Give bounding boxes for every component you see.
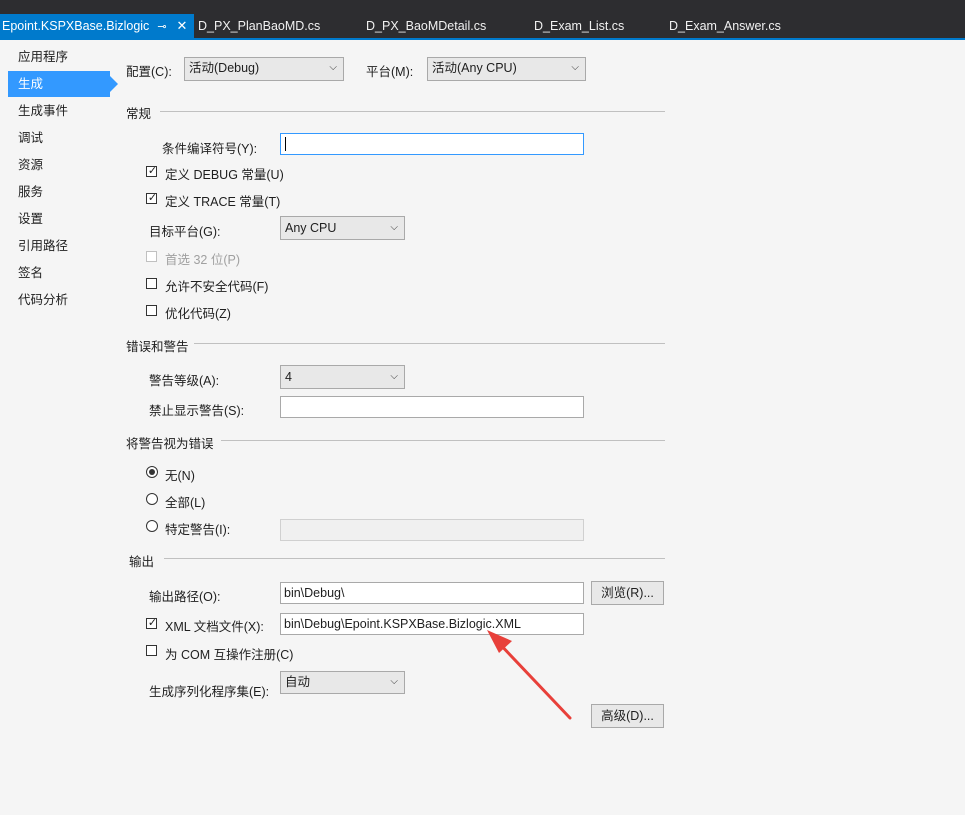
define-trace-label: 定义 TRACE 常量(T) (165, 195, 281, 209)
xml-doc-label: XML 文档文件(X): (165, 620, 264, 634)
radio-dot (149, 469, 155, 475)
pin-icon[interactable]: ⊸ (157, 15, 166, 39)
optimize-code-label: 优化代码(Z) (165, 307, 231, 321)
platform-label: 平台(M): (366, 65, 414, 79)
prefer32-checkbox (146, 251, 157, 262)
browse-button[interactable]: 浏览(R)... (591, 581, 664, 605)
unsafe-code-label: 允许不安全代码(F) (165, 280, 269, 294)
nav-item-application[interactable]: 应用程序 (8, 44, 110, 70)
tab-d-exam-list[interactable]: D_Exam_List.cs (534, 14, 624, 38)
target-platform-value: Any CPU (285, 221, 337, 235)
tab-d-px-baomdetail[interactable]: D_PX_BaoMDetail.cs (366, 14, 486, 38)
checkmark-icon: ✓ (147, 165, 158, 177)
output-path-input[interactable]: bin\Debug\ (280, 582, 584, 604)
xml-doc-checkbox[interactable]: ✓ (146, 617, 158, 629)
arrow-shaft (494, 638, 572, 720)
section-general-header: 常规 (126, 107, 152, 121)
section-treat-warnings-header: 将警告视为错误 (126, 437, 214, 451)
treat-all-radio[interactable] (146, 493, 158, 505)
advanced-button[interactable]: 高级(D)... (591, 704, 664, 728)
define-debug-label: 定义 DEBUG 常量(U) (165, 168, 284, 182)
section-errors-header: 错误和警告 (126, 340, 189, 354)
warning-level-select[interactable]: 4 ⌵ (280, 365, 405, 389)
unsafe-code-checkbox[interactable] (146, 278, 157, 289)
section-output-header: 输出 (129, 555, 155, 569)
divider (160, 111, 665, 112)
close-icon[interactable]: ✕ (177, 14, 188, 38)
nav-item-signing[interactable]: 签名 (8, 260, 110, 286)
checkmark-icon: ✓ (147, 617, 158, 629)
divider (164, 558, 665, 559)
com-interop-label: 为 COM 互操作注册(C) (165, 648, 294, 662)
define-trace-checkbox[interactable]: ✓ (146, 192, 158, 204)
target-platform-label: 目标平台(G): (149, 225, 221, 239)
tab-d-px-planbaomd[interactable]: D_PX_PlanBaoMD.cs (198, 14, 320, 38)
nav-item-settings[interactable]: 设置 (8, 206, 110, 232)
warning-level-label: 警告等级(A): (149, 374, 220, 388)
specific-warnings-input (280, 519, 584, 541)
com-interop-checkbox[interactable] (146, 645, 157, 656)
toolbar-strip (0, 0, 965, 14)
treat-specific-label: 特定警告(I): (165, 523, 231, 537)
tab-label: D_Exam_List.cs (534, 19, 625, 33)
treat-none-label: 无(N) (165, 469, 195, 483)
tab-label: D_Exam_Answer.cs (669, 19, 781, 33)
config-label: 配置(C): (126, 65, 172, 79)
warning-level-value: 4 (285, 370, 292, 384)
property-page-nav: 应用程序 生成 生成事件 调试 资源 服务 设置 引用路径 签名 代码分析 (0, 40, 118, 815)
platform-value: 活动(Any CPU) (432, 61, 517, 75)
treat-specific-radio[interactable] (146, 520, 158, 532)
chevron-down-icon: ⌵ (329, 62, 337, 73)
divider (194, 343, 665, 344)
nav-item-services[interactable]: 服务 (8, 179, 110, 205)
chevron-down-icon: ⌵ (390, 222, 398, 233)
annotation-arrow-icon (487, 630, 572, 720)
serialization-value: 自动 (285, 675, 311, 689)
config-value: 活动(Debug) (189, 61, 260, 75)
platform-select[interactable]: 活动(Any CPU) ⌵ (427, 57, 586, 81)
prefer32-label: 首选 32 位(P) (165, 253, 241, 267)
tab-d-exam-answer[interactable]: D_Exam_Answer.cs (669, 14, 781, 38)
define-debug-checkbox[interactable]: ✓ (146, 165, 158, 177)
chevron-down-icon: ⌵ (390, 371, 398, 382)
serialization-label: 生成序列化程序集(E): (149, 685, 270, 699)
optimize-code-checkbox[interactable] (146, 305, 157, 316)
chevron-down-icon: ⌵ (390, 676, 398, 687)
tab-label: D_PX_BaoMDetail.cs (366, 19, 487, 33)
target-platform-select[interactable]: Any CPU ⌵ (280, 216, 405, 240)
checkmark-icon: ✓ (147, 192, 158, 204)
config-select[interactable]: 活动(Debug) ⌵ (184, 57, 344, 81)
arrow-head (487, 630, 512, 653)
suppress-warnings-label: 禁止显示警告(S): (149, 404, 245, 418)
treat-all-label: 全部(L) (165, 496, 206, 510)
nav-item-resources[interactable]: 资源 (8, 152, 110, 178)
document-tab-bar: Epoint.KSPXBase.Bizlogic ⊸ ✕ D_PX_PlanBaoM… (0, 14, 965, 40)
cond-symbols-input[interactable] (280, 133, 584, 155)
serialization-select[interactable]: 自动 ⌵ (280, 671, 405, 694)
nav-item-build-events[interactable]: 生成事件 (8, 98, 110, 124)
text-cursor (285, 137, 286, 151)
tab-label: D_PX_PlanBaoMD.cs (198, 19, 321, 33)
tab-label: Epoint.KSPXBase.Bizlogic (2, 19, 150, 33)
output-path-label: 输出路径(O): (149, 590, 221, 604)
tab-project-properties[interactable]: Epoint.KSPXBase.Bizlogic ⊸ ✕ (0, 14, 194, 38)
treat-none-radio[interactable] (146, 466, 158, 478)
nav-item-build[interactable]: 生成 (8, 71, 118, 97)
divider (221, 440, 665, 441)
nav-item-code-analysis[interactable]: 代码分析 (8, 287, 110, 313)
chevron-down-icon: ⌵ (571, 62, 579, 73)
nav-item-debug[interactable]: 调试 (8, 125, 110, 151)
cond-symbols-label: 条件编译符号(Y): (162, 142, 258, 156)
suppress-warnings-input[interactable] (280, 396, 584, 418)
nav-item-reference-paths[interactable]: 引用路径 (8, 233, 110, 259)
